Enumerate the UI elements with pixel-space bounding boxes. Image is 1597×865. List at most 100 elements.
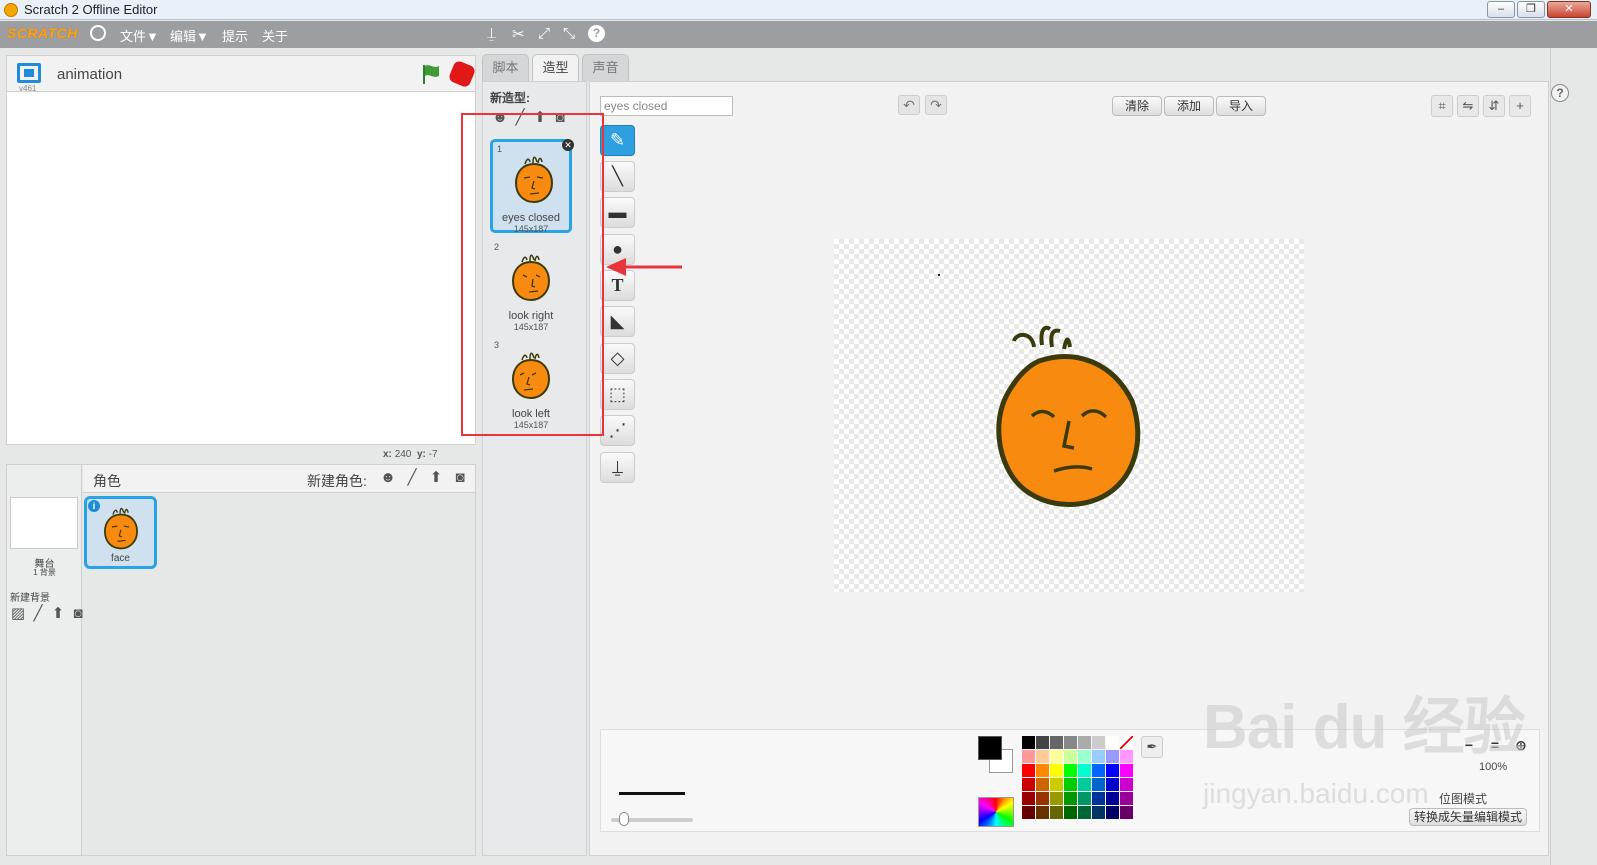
color-swatch[interactable]	[1106, 778, 1119, 791]
select-tool-icon[interactable]: ⬚	[600, 379, 635, 410]
color-swatch[interactable]	[1036, 750, 1049, 763]
color-swatch[interactable]	[1078, 736, 1091, 749]
primary-color-swatch[interactable]	[978, 736, 1002, 760]
drawing-canvas[interactable]	[834, 239, 1304, 592]
info-icon[interactable]: i	[88, 500, 100, 512]
upload-backdrop-icon[interactable]: ⬆	[49, 606, 67, 622]
color-swatch[interactable]	[1078, 792, 1091, 805]
tab-sounds[interactable]: 声音	[582, 54, 629, 81]
paint-backdrop-icon[interactable]: ╱	[29, 606, 47, 622]
eraser-tool-icon[interactable]: ◇	[600, 343, 635, 374]
stamp-tool-icon[interactable]: ⍊	[600, 452, 635, 483]
redo-icon[interactable]: ↷	[925, 95, 947, 115]
duplicate-icon[interactable]: ⍊	[487, 25, 496, 42]
tips-menu[interactable]: 提示	[222, 26, 248, 45]
convert-to-vector-button[interactable]: 转换成矢量编辑模式	[1409, 808, 1527, 826]
brush-tool-icon[interactable]: ✎	[600, 125, 635, 156]
color-swatch[interactable]	[1078, 750, 1091, 763]
color-swatch[interactable]	[1022, 736, 1035, 749]
color-swatch[interactable]	[1078, 778, 1091, 791]
eyedropper-icon[interactable]: ✒	[1141, 736, 1163, 758]
color-swatch[interactable]	[1064, 764, 1077, 777]
minimize-button[interactable]: –	[1487, 1, 1515, 18]
color-swatch[interactable]	[1036, 736, 1049, 749]
upload-sprite-icon[interactable]: ⬆	[427, 470, 445, 486]
color-swatch[interactable]	[1064, 806, 1077, 819]
color-swatch[interactable]	[1092, 736, 1105, 749]
color-swatch[interactable]	[1022, 806, 1035, 819]
color-swatch[interactable]	[1064, 750, 1077, 763]
color-swatch[interactable]	[1022, 792, 1035, 805]
rectangle-tool-icon[interactable]: ▬	[600, 197, 635, 228]
color-swatch[interactable]	[1106, 806, 1119, 819]
camera-sprite-icon[interactable]: ◙	[451, 470, 469, 486]
color-swatch[interactable]	[1092, 792, 1105, 805]
color-swatch[interactable]	[1050, 792, 1063, 805]
flip-horizontal-icon[interactable]: ⇋	[1457, 95, 1479, 117]
color-swatch[interactable]	[1078, 764, 1091, 777]
help-tips-icon[interactable]: ?	[1551, 84, 1569, 102]
scratch-logo[interactable]: SCRATCH	[7, 25, 78, 41]
stage-thumbnail[interactable]	[10, 497, 78, 549]
color-swatch[interactable]	[1036, 778, 1049, 791]
color-swatch[interactable]	[1036, 764, 1049, 777]
language-globe-icon[interactable]	[90, 25, 106, 41]
color-swatch[interactable]	[1106, 750, 1119, 763]
clear-button[interactable]: 清除	[1112, 96, 1162, 116]
set-center-icon[interactable]: ⌗	[1431, 95, 1453, 117]
color-swatch[interactable]	[1092, 750, 1105, 763]
line-width-slider-thumb[interactable]	[619, 812, 629, 826]
color-swatch[interactable]	[1022, 764, 1035, 777]
file-menu[interactable]: 文件▼	[120, 26, 159, 45]
tab-scripts[interactable]: 脚本	[482, 54, 529, 81]
color-swatch[interactable]	[1120, 764, 1133, 777]
green-flag-icon[interactable]	[419, 62, 443, 86]
color-swatch[interactable]	[1120, 792, 1133, 805]
color-swatch[interactable]	[1050, 764, 1063, 777]
color-swatch[interactable]	[1106, 764, 1119, 777]
backdrop-library-icon[interactable]: ▨	[9, 606, 27, 622]
close-button[interactable]: ✕	[1547, 1, 1591, 18]
import-button[interactable]: 导入	[1216, 96, 1266, 116]
add-button[interactable]: 添加	[1164, 96, 1214, 116]
color-swatch[interactable]	[1120, 778, 1133, 791]
shrink-icon[interactable]: ⤡	[563, 25, 575, 42]
color-swatch[interactable]	[1036, 806, 1049, 819]
color-swatch[interactable]	[1036, 792, 1049, 805]
costume-center-icon[interactable]: +	[1509, 95, 1531, 117]
sprite-library-icon[interactable]: ☻	[379, 470, 397, 486]
color-swatch[interactable]	[1064, 778, 1077, 791]
color-swatch[interactable]	[1120, 806, 1133, 819]
fill-tool-icon[interactable]: ◣	[600, 306, 635, 337]
color-swatch[interactable]	[1092, 764, 1105, 777]
about-menu[interactable]: 关于	[262, 26, 288, 45]
edit-menu[interactable]: 编辑▼	[170, 26, 209, 45]
line-tool-icon[interactable]: ╲	[600, 161, 635, 192]
delete-icon[interactable]: ✂	[512, 25, 525, 43]
color-swatch[interactable]	[1050, 806, 1063, 819]
color-swatch[interactable]	[1022, 750, 1035, 763]
color-swatch[interactable]	[1120, 750, 1133, 763]
grow-icon[interactable]: ⤢	[538, 25, 550, 42]
color-swatch[interactable]	[1064, 792, 1077, 805]
color-swatch[interactable]	[1064, 736, 1077, 749]
project-title[interactable]: animation	[57, 66, 122, 83]
color-swatch[interactable]	[1050, 736, 1063, 749]
flip-vertical-icon[interactable]: ⇵	[1483, 95, 1505, 117]
stage-canvas[interactable]	[6, 91, 476, 445]
stop-sign-icon[interactable]	[447, 59, 477, 89]
maximize-button[interactable]: ❐	[1517, 1, 1545, 18]
color-swatch[interactable]	[1078, 806, 1091, 819]
select-remove-background-icon[interactable]: ⋰	[600, 415, 635, 446]
sprite-card-face[interactable]: i face	[84, 496, 157, 569]
tab-costumes[interactable]: 造型	[532, 54, 579, 81]
paint-sprite-icon[interactable]: ╱	[403, 470, 421, 486]
color-swatch[interactable]	[1092, 778, 1105, 791]
presentation-mode-icon[interactable]	[17, 63, 41, 83]
color-spectrum-picker[interactable]	[978, 797, 1014, 827]
color-swatch[interactable]	[1106, 736, 1119, 749]
color-swatch[interactable]	[1050, 778, 1063, 791]
help-icon[interactable]: ?	[588, 25, 605, 42]
color-swatch[interactable]	[1092, 806, 1105, 819]
camera-backdrop-icon[interactable]: ◙	[69, 606, 87, 622]
